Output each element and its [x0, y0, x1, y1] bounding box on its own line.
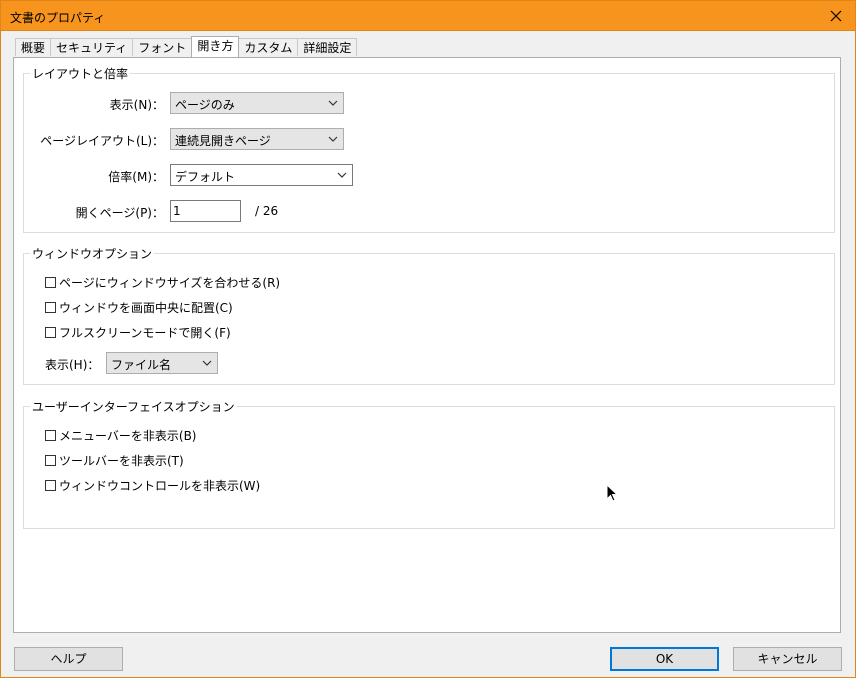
hide-window-controls-checkbox[interactable]: ウィンドウコントロールを非表示(W): [45, 477, 260, 494]
show-select[interactable]: ファイル名: [106, 352, 218, 374]
tab-fonts[interactable]: フォント: [132, 38, 193, 56]
layout-group: レイアウトと倍率 表示(N)： ページのみ ページレイアウト(L)： 連続見開き…: [23, 65, 835, 233]
tab-bar: 概要 セキュリティ フォント 開き方 カスタム 詳細設定: [15, 36, 358, 57]
fullscreen-checkbox[interactable]: フルスクリーンモードで開く(F): [45, 324, 231, 341]
window-options-title: ウィンドウオプション: [30, 245, 155, 262]
chevron-down-icon: [328, 100, 338, 106]
display-select[interactable]: ページのみ: [170, 92, 344, 114]
tab-security[interactable]: セキュリティ: [50, 38, 134, 56]
cancel-button[interactable]: キャンセル: [733, 647, 842, 671]
hide-toolbar-label: ツールバーを非表示(T): [59, 454, 184, 468]
chevron-down-icon: [202, 360, 212, 366]
zoom-label: 倍率(M)：: [108, 170, 164, 184]
hide-menubar-checkbox[interactable]: メニューバーを非表示(B): [45, 427, 196, 444]
checkbox-box[interactable]: [45, 327, 56, 338]
page-layout-select[interactable]: 連続見開きページ: [170, 128, 344, 150]
checkbox-box[interactable]: [45, 430, 56, 441]
open-page-label: 開くページ(P)：: [75, 206, 164, 220]
window-options-group: ウィンドウオプション ページにウィンドウサイズを合わせる(R) ウィンドウを画面…: [23, 245, 835, 385]
tab-panel: レイアウトと倍率 表示(N)： ページのみ ページレイアウト(L)： 連続見開き…: [13, 57, 841, 633]
tab-custom[interactable]: カスタム: [238, 38, 299, 56]
checkbox-box[interactable]: [45, 455, 56, 466]
ui-options-group: ユーザーインターフェイスオプション メニューバーを非表示(B) ツールバーを非表…: [23, 398, 835, 529]
mouse-pointer-icon: [606, 484, 618, 502]
center-window-checkbox[interactable]: ウィンドウを画面中央に配置(C): [45, 299, 233, 316]
hide-toolbar-checkbox[interactable]: ツールバーを非表示(T): [45, 452, 184, 469]
hide-menubar-label: メニューバーを非表示(B): [59, 429, 197, 443]
show-select-value: ファイル名: [111, 358, 172, 372]
display-select-value: ページのみ: [175, 98, 235, 112]
checkbox-box[interactable]: [45, 277, 56, 288]
tab-initial-view[interactable]: 開き方: [191, 36, 240, 57]
fit-window-checkbox[interactable]: ページにウィンドウサイズを合わせる(R): [45, 274, 280, 291]
page-layout-select-value: 連続見開きページ: [175, 134, 271, 148]
window-title: 文書のプロパティ: [10, 11, 106, 25]
help-button[interactable]: ヘルプ: [14, 647, 123, 671]
chevron-down-icon: [328, 136, 338, 142]
close-icon[interactable]: [823, 4, 849, 28]
fit-window-label: ページにウィンドウサイズを合わせる(R): [59, 276, 281, 290]
tab-overview[interactable]: 概要: [15, 38, 52, 56]
tab-advanced[interactable]: 詳細設定: [297, 38, 358, 56]
title-bar: 文書のプロパティ: [0, 0, 856, 31]
checkbox-box[interactable]: [45, 480, 56, 491]
page-total: / 26: [255, 204, 279, 218]
show-label: 表示(H)：: [45, 358, 100, 372]
ok-button[interactable]: OK: [610, 647, 719, 671]
zoom-select-value: デフォルト: [175, 170, 236, 184]
checkbox-box[interactable]: [45, 302, 56, 313]
open-page-value: 1: [173, 204, 181, 218]
zoom-select[interactable]: デフォルト: [170, 164, 353, 186]
center-window-label: ウィンドウを画面中央に配置(C): [59, 301, 233, 315]
layout-group-title: レイアウトと倍率: [30, 65, 131, 82]
hide-window-controls-label: ウィンドウコントロールを非表示(W): [59, 479, 261, 493]
page-layout-label: ページレイアウト(L)：: [40, 134, 164, 148]
open-page-input[interactable]: 1: [170, 200, 241, 222]
display-label: 表示(N)：: [109, 98, 164, 112]
chevron-down-icon: [337, 172, 347, 178]
ui-options-title: ユーザーインターフェイスオプション: [30, 398, 237, 415]
fullscreen-label: フルスクリーンモードで開く(F): [59, 326, 231, 340]
